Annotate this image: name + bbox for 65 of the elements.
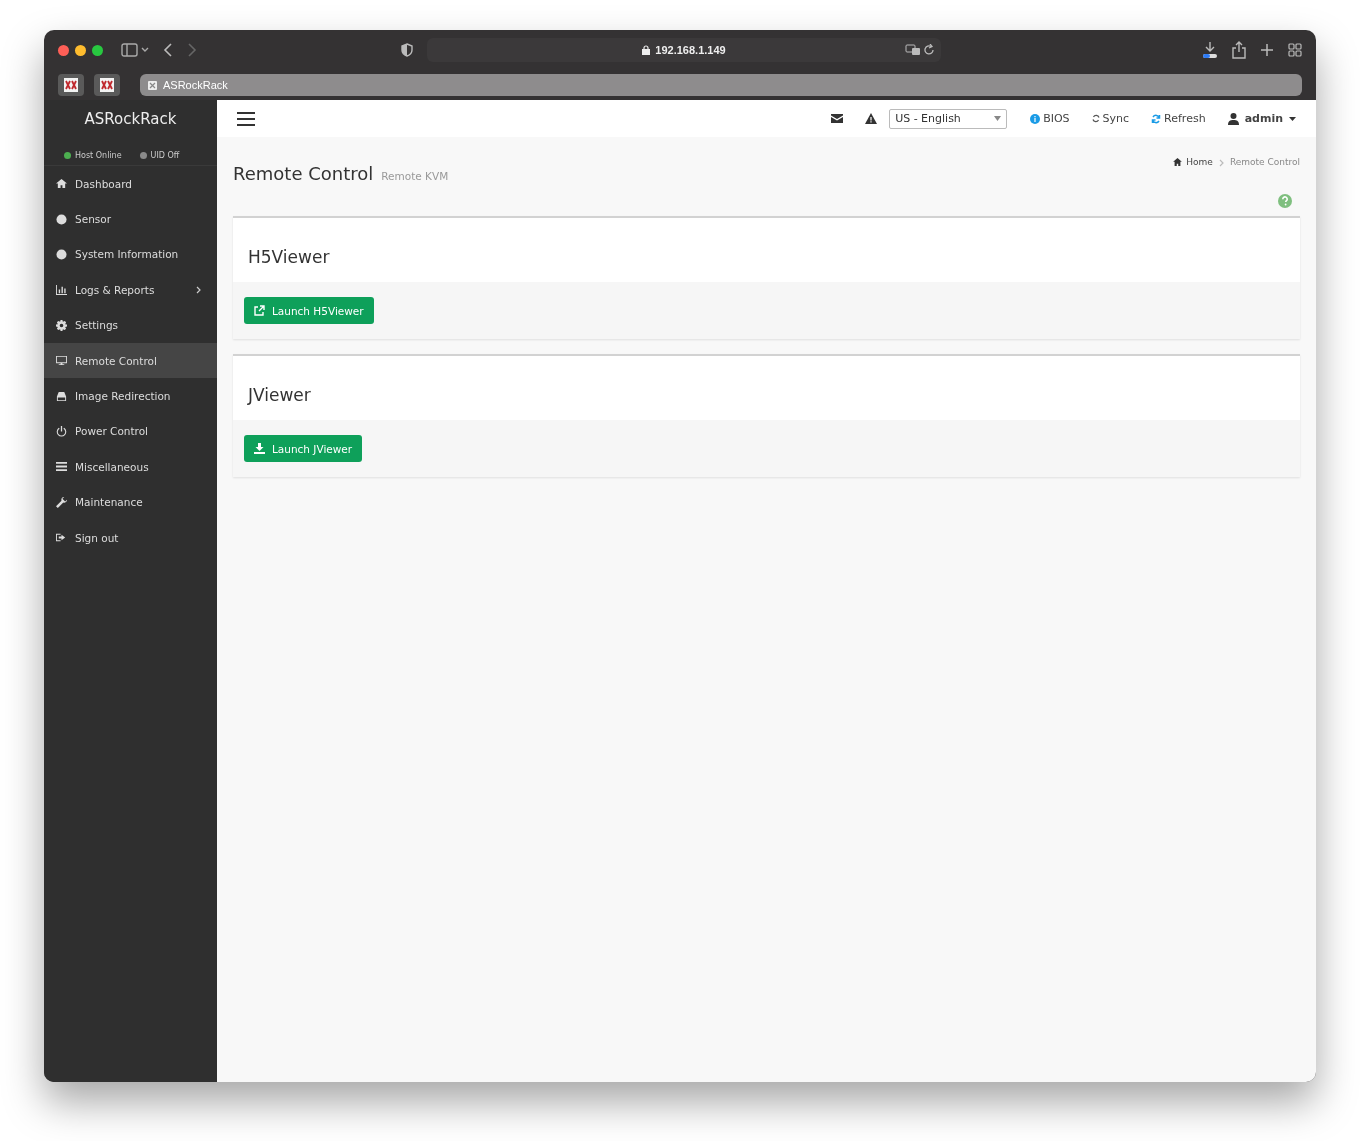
lock-icon [642,45,651,55]
panel-title: JViewer [246,384,312,407]
home-icon [1173,158,1183,166]
sidebar-item[interactable]: Power Control [44,413,217,450]
dropdown-arrow-icon [994,116,1002,121]
language-select[interactable]: US - English [889,108,1008,129]
warning-icon[interactable] [865,113,878,124]
reload-icon[interactable] [924,44,935,56]
bar-chart-icon [56,284,67,296]
favicon-icon [148,80,157,90]
zoom-window-button[interactable] [92,44,103,56]
home-icon [56,178,67,190]
share-icon[interactable] [1232,41,1246,59]
refresh-link[interactable]: Refresh [1151,112,1206,125]
mail-icon[interactable] [831,114,844,123]
page-title: Remote Control [233,163,374,184]
user-icon [1227,112,1239,125]
chevron-icon [196,285,201,294]
drive-icon [56,390,67,402]
sidebar-item[interactable]: Sign out [44,519,217,556]
sidebar-item[interactable]: Image Redirection [44,378,217,414]
status-label: UID Off [150,150,180,160]
sign-out-icon [56,532,67,544]
user-menu[interactable]: admin [1227,112,1296,125]
wrench-icon [56,496,67,508]
sidebar-item[interactable]: Dashboard [44,166,217,202]
sync-link[interactable]: Sync [1091,112,1130,125]
sidebar-item[interactable]: Remote Control [44,342,217,379]
bios-link[interactable]: BIOS [1030,112,1070,125]
breadcrumb-link[interactable]: Home [1173,157,1213,167]
sidebar-item[interactable]: Maintenance [44,484,217,520]
list-icon [56,461,67,473]
brand-name[interactable]: ASRockRack [44,100,217,138]
page-subtitle: Remote KVM [381,170,449,182]
power-icon [56,425,67,437]
address-bar[interactable]: 192.168.1.149 [427,38,941,62]
download-icon[interactable] [1202,41,1218,59]
close-window-button[interactable] [58,44,69,56]
status-label: Host Online [75,150,122,160]
sidebar-item[interactable]: Settings [44,307,217,343]
sync-icon [1091,114,1100,123]
sidebar-item[interactable]: Sensor [44,201,217,237]
pinned-tab-icon[interactable] [58,74,84,96]
refresh-icon [1151,113,1162,124]
pinned-tab-icon[interactable] [94,74,120,96]
tab-overview-icon[interactable] [1288,43,1302,57]
sidebar-toggle-icon[interactable] [121,43,149,57]
sidebar-item[interactable]: Miscellaneous [44,449,217,485]
external-link-icon [254,305,265,316]
new-tab-icon[interactable] [1260,43,1274,57]
breadcrumb-current: Remote Control [1229,157,1300,167]
translate-icon[interactable] [905,44,921,56]
back-icon[interactable] [163,43,173,57]
gear-icon [56,319,67,331]
sidebar-item[interactable]: Logs & Reports [44,272,217,308]
shield-icon[interactable] [401,43,413,57]
address-text: 192.168.1.149 [655,44,726,56]
caret-icon [1289,116,1296,121]
chevron-icon [1218,159,1224,167]
menu-icon[interactable] [237,111,255,126]
monitor-icon [56,355,67,367]
download-icon [254,443,265,454]
minimize-window-button[interactable] [75,44,86,56]
panel-title: H5Viewer [247,246,331,269]
sidebar-item[interactable]: System Information [44,236,217,273]
